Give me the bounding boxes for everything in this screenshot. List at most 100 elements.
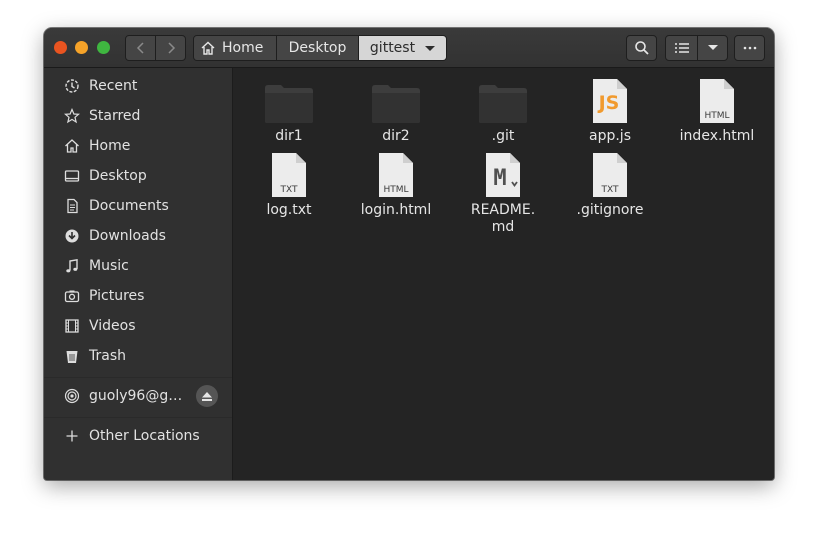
list-view-button[interactable] [665, 35, 698, 61]
folder-icon [372, 85, 420, 123]
file-item-document[interactable]: M README. md [450, 150, 556, 236]
breadcrumb-home-label: Home [222, 40, 264, 56]
sidebar-item-label: Downloads [89, 228, 166, 244]
sidebar-item-label: Recent [89, 78, 138, 94]
file-item-document[interactable]: HTML login.html [343, 150, 449, 219]
file-item-folder[interactable]: dir1 [236, 76, 342, 145]
chevron-down-icon [707, 45, 718, 50]
file-name: login.html [360, 202, 432, 218]
sidebar-item-label: guoly96@g… [89, 388, 183, 404]
sidebar-item-documents[interactable]: Documents [44, 191, 232, 221]
svg-text:TXT: TXT [600, 185, 619, 195]
text-file-icon: TXT [272, 153, 306, 197]
eject-icon [202, 391, 212, 401]
folder-icon [265, 85, 313, 123]
home-icon [64, 138, 80, 154]
file-item-folder[interactable]: dir2 [343, 76, 449, 145]
file-manager-window: Home Desktop gittest Recent Starred Home… [44, 28, 774, 480]
sidebar-item-pictures[interactable]: Pictures [44, 281, 232, 311]
svg-text:TXT: TXT [279, 185, 298, 195]
markdown-file-icon: M [486, 153, 520, 197]
file-item-document[interactable]: TXT log.txt [236, 150, 342, 219]
sidebar-separator [44, 417, 232, 418]
file-name: .gitignore [576, 202, 644, 218]
eject-button[interactable] [196, 385, 218, 407]
breadcrumb-desktop-label: Desktop [288, 40, 347, 56]
sidebar-item-desktop[interactable]: Desktop [44, 161, 232, 191]
view-options-button[interactable] [697, 35, 728, 61]
svg-text:M: M [493, 166, 506, 191]
forward-button[interactable] [155, 35, 186, 61]
chevron-down-icon [425, 45, 436, 51]
breadcrumb: Home Desktop gittest [193, 35, 447, 61]
svg-text:HTML: HTML [704, 111, 729, 121]
list-view-icon [674, 43, 689, 53]
sidebar-item-label: Trash [89, 348, 126, 364]
trash-icon [64, 348, 80, 364]
file-name: app.js [589, 128, 631, 144]
svg-text:HTML: HTML [383, 185, 408, 195]
file-name: log.txt [266, 202, 312, 218]
sidebar-item-other-locations[interactable]: Other Locations [44, 421, 232, 451]
close-button[interactable] [54, 41, 67, 54]
breadcrumb-current[interactable]: gittest [359, 36, 446, 60]
javascript-file-icon: JS [593, 79, 627, 123]
sidebar: Recent Starred Home Desktop Documents Do… [44, 68, 233, 480]
breadcrumb-home[interactable]: Home [194, 36, 277, 60]
sidebar-item-starred[interactable]: Starred [44, 101, 232, 131]
pictures-icon [64, 288, 80, 304]
back-button[interactable] [125, 35, 156, 61]
search-icon [634, 41, 649, 55]
network-share-icon [64, 388, 80, 404]
file-item-document[interactable]: JS app.js [557, 76, 663, 145]
sidebar-item-trash[interactable]: Trash [44, 341, 232, 371]
desktop-icon [64, 168, 80, 184]
file-item-document[interactable]: TXT .gitignore [557, 150, 663, 219]
sidebar-item-label: Home [89, 138, 131, 154]
text-file-icon: TXT [593, 153, 627, 197]
home-icon [201, 41, 215, 55]
html-file-icon: HTML [700, 79, 734, 123]
sidebar-item-music[interactable]: Music [44, 251, 232, 281]
file-name: dir2 [382, 128, 410, 144]
breadcrumb-desktop[interactable]: Desktop [277, 36, 359, 60]
sidebar-item-downloads[interactable]: Downloads [44, 221, 232, 251]
ellipsis-icon [743, 46, 756, 50]
search-button[interactable] [626, 35, 657, 61]
svg-text:JS: JS [597, 92, 620, 114]
chevron-right-icon [167, 42, 175, 54]
file-view: dir1 dir2 .git JS app.js HTML index.html… [233, 68, 774, 480]
file-name: index.html [679, 128, 755, 144]
sidebar-separator [44, 377, 232, 378]
html-file-icon: HTML [379, 153, 413, 197]
sidebar-item-label: Starred [89, 108, 141, 124]
chevron-left-icon [136, 42, 144, 54]
recent-icon [64, 78, 80, 94]
videos-icon [64, 318, 80, 334]
music-icon [64, 258, 80, 274]
sidebar-item-home[interactable]: Home [44, 131, 232, 161]
file-name: .git [491, 128, 515, 144]
documents-icon [64, 198, 80, 214]
file-name: README. md [470, 202, 536, 235]
sidebar-item-videos[interactable]: Videos [44, 311, 232, 341]
file-name: dir1 [275, 128, 303, 144]
sidebar-item-recent[interactable]: Recent [44, 71, 232, 101]
sidebar-item-label: Music [89, 258, 129, 274]
folder-icon [479, 85, 527, 123]
menu-button[interactable] [734, 35, 765, 61]
maximize-button[interactable] [97, 41, 110, 54]
sidebar-item-label: Documents [89, 198, 169, 214]
sidebar-item-label: Pictures [89, 288, 145, 304]
file-item-document[interactable]: HTML index.html [664, 76, 770, 145]
file-item-folder[interactable]: .git [450, 76, 556, 145]
star-icon [64, 108, 80, 124]
sidebar-item-label: Other Locations [89, 428, 200, 444]
downloads-icon [64, 228, 80, 244]
minimize-button[interactable] [75, 41, 88, 54]
sidebar-item-label: Desktop [89, 168, 147, 184]
breadcrumb-current-label: gittest [369, 40, 416, 56]
sidebar-item-label: Videos [89, 318, 136, 334]
plus-icon [64, 428, 80, 444]
sidebar-item-network-share[interactable]: guoly96@g… [44, 381, 232, 411]
